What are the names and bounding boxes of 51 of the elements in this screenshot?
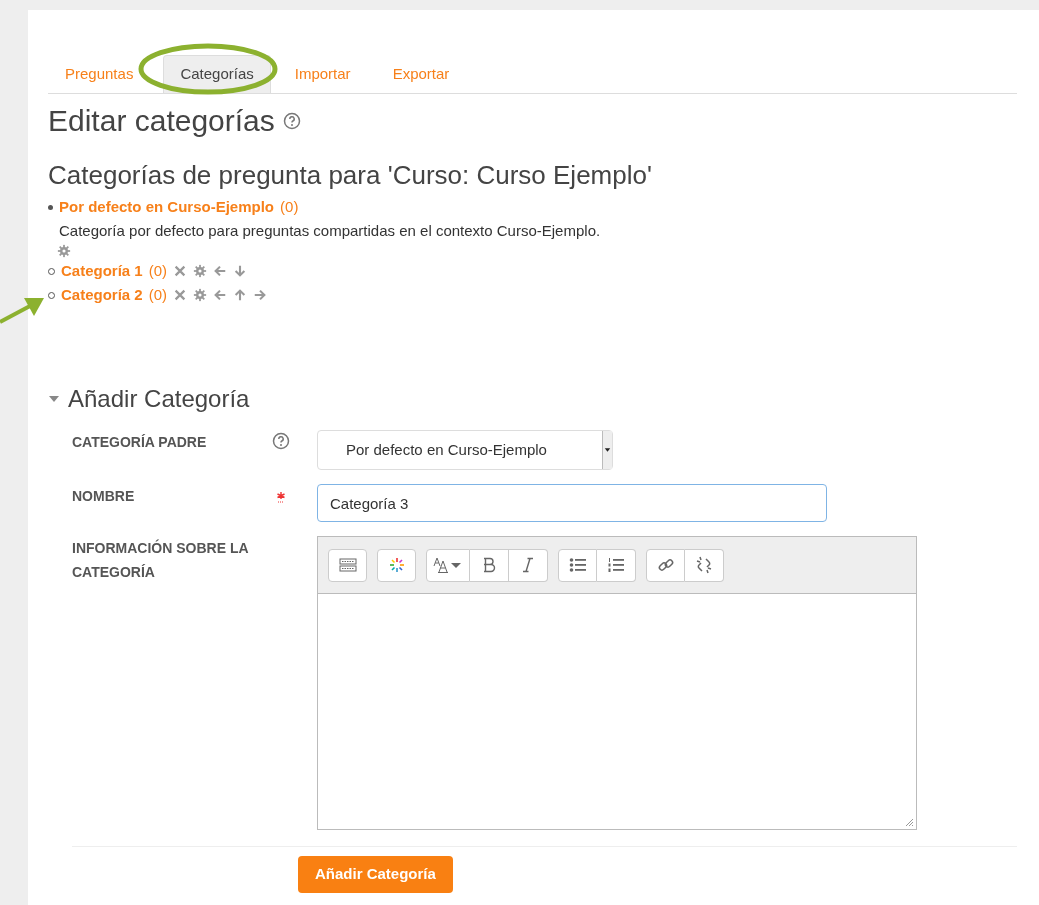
question-count: (0) <box>148 285 168 305</box>
resize-handle-icon[interactable] <box>904 817 914 827</box>
bold-icon <box>482 557 496 573</box>
toolbar-button[interactable] <box>646 548 685 582</box>
page-heading: Editar categorías <box>48 103 275 139</box>
toolbar-toggle-icon <box>338 558 357 572</box>
collapse-caret-icon[interactable] <box>48 395 60 403</box>
parent-category-select[interactable]: Por defecto en Curso-Ejemplo <box>317 430 613 470</box>
media-icon <box>388 557 405 573</box>
add-category-button[interactable]: Añadir Categoría <box>298 856 453 893</box>
italic-icon <box>522 557 534 573</box>
toolbar-button[interactable] <box>685 548 724 582</box>
field-label: INFORMACIÓN SOBRE LA CATEGORÍA <box>72 538 250 582</box>
form-section-heading: Añadir Categoría <box>68 384 250 414</box>
category-link[interactable]: Categoría 1 <box>61 260 143 282</box>
unlink-icon <box>695 556 713 574</box>
tab[interactable]: Importar <box>282 55 363 93</box>
toolbar-button[interactable] <box>558 548 597 582</box>
field-label: CATEGORÍA PADRE <box>72 433 208 452</box>
left-arrow-icon[interactable] <box>213 288 228 302</box>
question-count: (0) <box>148 261 168 281</box>
delete-icon[interactable] <box>173 264 188 278</box>
question-count: (0) <box>280 197 299 217</box>
delete-icon[interactable] <box>173 288 188 302</box>
settings-icon[interactable] <box>57 244 71 258</box>
numbered-list-icon <box>607 557 625 573</box>
toolbar-button[interactable] <box>597 548 636 582</box>
left-arrow-icon[interactable] <box>213 264 228 278</box>
settings-icon[interactable] <box>193 264 208 278</box>
settings-icon[interactable] <box>193 288 208 302</box>
toolbar-button[interactable] <box>377 548 416 582</box>
bullet-list-icon <box>568 557 587 573</box>
up-arrow-icon[interactable] <box>233 288 248 302</box>
down-arrow-icon[interactable] <box>233 264 248 278</box>
toolbar-button[interactable] <box>470 548 509 582</box>
field-label: NOMBRE <box>72 487 136 506</box>
tab[interactable]: Exportar <box>380 55 462 93</box>
bullet-icon <box>48 204 53 210</box>
right-arrow-icon[interactable] <box>253 288 268 302</box>
category-link[interactable]: Por defecto en Curso-Ejemplo <box>59 196 275 218</box>
help-icon[interactable] <box>282 112 301 130</box>
help-icon[interactable] <box>272 432 290 450</box>
toolbar-button[interactable] <box>426 548 470 582</box>
tab[interactable]: Preguntas <box>53 55 146 93</box>
section-heading: Categorías de pregunta para 'Curso: Curso Ejemplo' <box>48 159 653 192</box>
link-icon <box>656 556 675 574</box>
font-size-icon <box>433 557 463 573</box>
category-link[interactable]: Categoría 2 <box>61 284 143 306</box>
dropdown-caret-icon <box>602 431 612 469</box>
name-input-field[interactable]: Categoría 3 <box>317 484 827 522</box>
category-description: Categoría por defecto para preguntas compartidas en el contexto Curso-Ejemplo. <box>58 221 602 241</box>
